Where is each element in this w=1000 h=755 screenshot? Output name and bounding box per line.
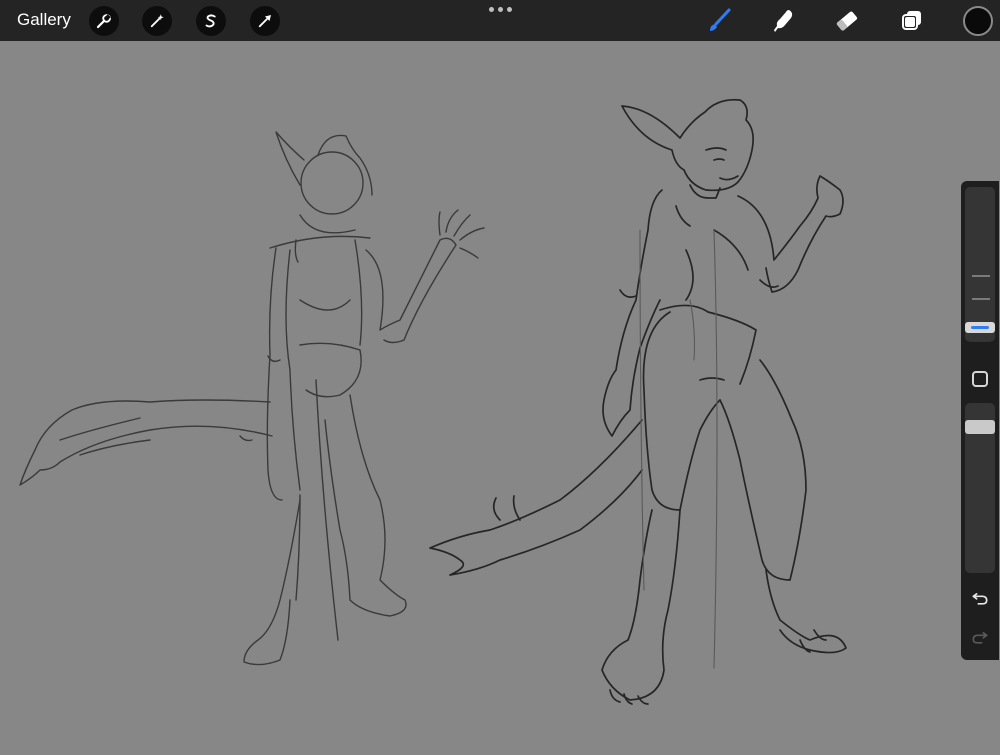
refined-sketch-figure bbox=[429, 98, 847, 705]
adjustments-button[interactable] bbox=[142, 6, 172, 36]
undo-button[interactable] bbox=[968, 586, 992, 610]
size-indicator bbox=[971, 326, 989, 329]
brush-size-handle[interactable] bbox=[965, 322, 995, 333]
layers-button[interactable] bbox=[897, 6, 927, 36]
smudge-finger-icon bbox=[774, 10, 793, 32]
gallery-button[interactable]: Gallery bbox=[17, 10, 71, 30]
top-toolbar: Gallery bbox=[0, 0, 1000, 41]
brush-tool-button[interactable] bbox=[704, 6, 734, 36]
magic-wand-icon bbox=[150, 14, 164, 28]
modify-button[interactable] bbox=[972, 371, 988, 387]
selection-button[interactable] bbox=[196, 6, 226, 36]
opacity-handle[interactable] bbox=[965, 420, 995, 434]
rough-sketch-figure bbox=[19, 131, 485, 666]
size-tick bbox=[972, 275, 990, 277]
smudge-tool-button[interactable] bbox=[768, 6, 798, 36]
color-picker-button[interactable] bbox=[963, 6, 993, 36]
layers-icon bbox=[902, 11, 921, 30]
drawing-canvas[interactable] bbox=[0, 41, 1000, 750]
brush-size-slider[interactable] bbox=[965, 187, 995, 342]
brush-icon bbox=[710, 8, 731, 31]
wrench-icon bbox=[96, 14, 111, 29]
opacity-slider[interactable] bbox=[965, 403, 995, 573]
actions-button[interactable] bbox=[89, 6, 119, 36]
redo-icon bbox=[972, 632, 988, 644]
dot bbox=[489, 6, 494, 12]
transform-button[interactable] bbox=[250, 6, 280, 36]
redo-button[interactable] bbox=[968, 625, 992, 649]
more-options-handle[interactable] bbox=[489, 2, 512, 16]
arrow-cursor-icon bbox=[258, 15, 271, 28]
sketch-artwork bbox=[19, 98, 847, 705]
undo-icon bbox=[972, 593, 988, 605]
size-tick bbox=[972, 298, 990, 300]
brush-sidebar bbox=[961, 181, 999, 660]
eraser-icon bbox=[836, 11, 858, 31]
dot bbox=[498, 6, 503, 12]
eraser-tool-button[interactable] bbox=[832, 6, 862, 36]
dot bbox=[507, 6, 512, 12]
guide-lines bbox=[639, 229, 718, 669]
selection-s-icon bbox=[205, 14, 216, 28]
